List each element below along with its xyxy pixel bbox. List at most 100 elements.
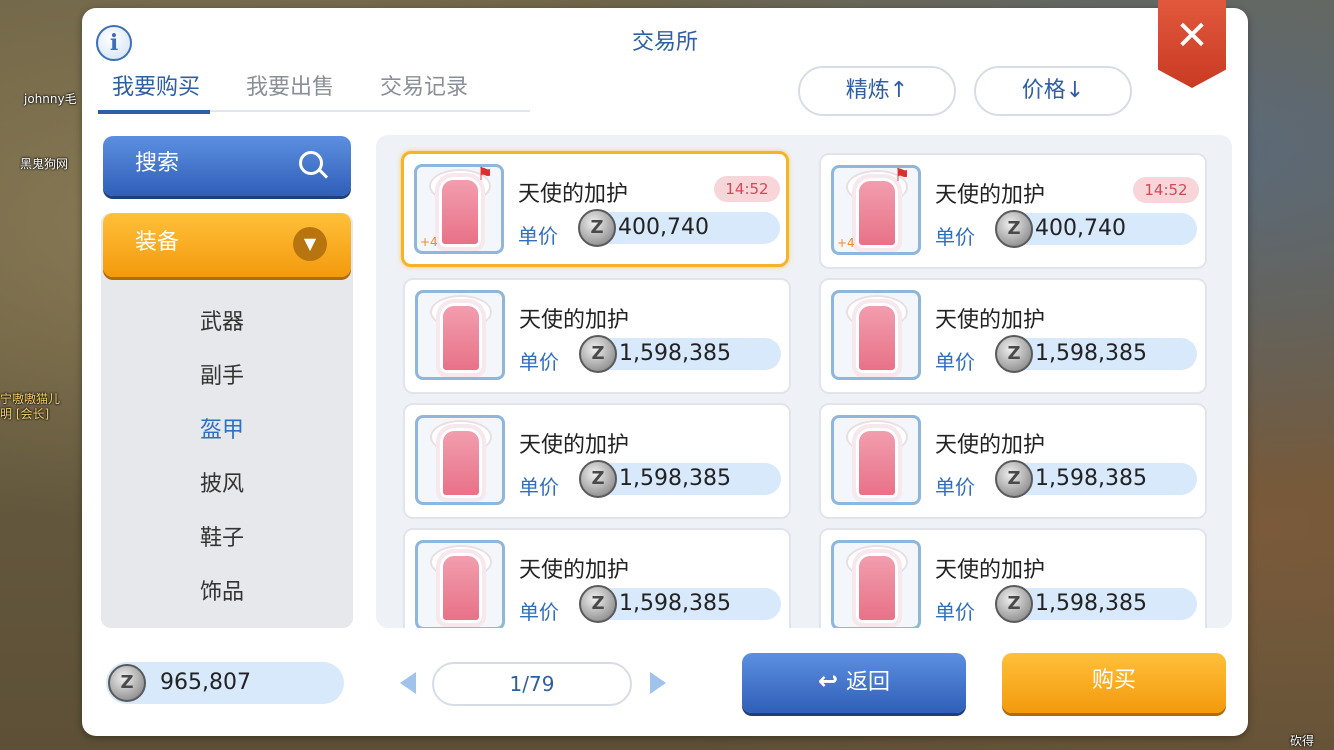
- price-bar: Z 1,598,385: [995, 585, 1197, 623]
- item-price: 1,598,385: [619, 341, 731, 366]
- item-name: 天使的加护: [935, 558, 1046, 583]
- item-thumbnail: [831, 415, 921, 505]
- category-label: 装备: [135, 230, 180, 255]
- item-card[interactable]: 天使的加护 单价 Z 1,598,385: [819, 403, 1207, 519]
- item-name: 天使的加护: [519, 558, 630, 583]
- category-item-accessory[interactable]: 饰品: [101, 575, 353, 628]
- item-card[interactable]: +4 ⚑ 天使的加护 14:52 单价 Z 400,740: [819, 153, 1207, 269]
- category-list: 武器 副手 盔甲 披风 鞋子 饰品: [101, 305, 353, 628]
- robe-graphic: [856, 553, 898, 623]
- unit-price-label: 单价: [935, 350, 975, 374]
- close-icon: ✕: [1175, 13, 1209, 59]
- robe-graphic: [856, 178, 898, 248]
- close-button[interactable]: ✕: [1158, 0, 1226, 88]
- zeny-coin-icon: Z: [579, 585, 617, 623]
- category-panel: 装备 ▼ 武器 副手 盔甲 披风 鞋子 饰品: [101, 213, 353, 628]
- tab-history[interactable]: 交易记录: [380, 70, 468, 110]
- guild-label: 明 [会长]: [0, 407, 50, 421]
- item-price: 1,598,385: [1035, 591, 1147, 616]
- category-item-weapon[interactable]: 武器: [101, 305, 353, 359]
- item-thumbnail: [415, 415, 505, 505]
- sort-price-button[interactable]: 价格↓: [974, 66, 1132, 116]
- item-card[interactable]: +4 ⚑ 天使的加护 14:52 单价 Z 400,740: [401, 151, 789, 267]
- robe-graphic: [440, 303, 482, 373]
- zeny-coin-icon: Z: [579, 335, 617, 373]
- unit-price-label: 单价: [518, 224, 558, 248]
- back-button[interactable]: ↩ 返回: [742, 653, 966, 713]
- robe-graphic: [440, 553, 482, 623]
- player-name-label: 黑鬼狗网: [20, 157, 69, 171]
- chevron-down-icon: ▼: [293, 227, 327, 261]
- item-price: 1,598,385: [619, 591, 731, 616]
- item-card[interactable]: 天使的加护 单价 Z 1,598,385: [403, 403, 791, 519]
- balance-value: 965,807: [160, 670, 251, 695]
- price-bar: Z 1,598,385: [579, 335, 781, 373]
- price-bar: Z 1,598,385: [579, 460, 781, 498]
- sort-refine-button[interactable]: 精炼↑: [798, 66, 956, 116]
- price-bar: Z 1,598,385: [579, 585, 781, 623]
- listing-timer: 14:52: [714, 176, 780, 202]
- wallet-balance: Z 965,807: [106, 662, 344, 704]
- item-thumbnail: [415, 540, 505, 628]
- item-name: 天使的加护: [935, 433, 1046, 458]
- robe-graphic: [439, 177, 481, 247]
- item-price: 1,598,385: [1035, 341, 1147, 366]
- price-bar: Z 1,598,385: [995, 460, 1197, 498]
- tab-buy[interactable]: 我要购买: [97, 70, 211, 114]
- unit-price-label: 单价: [519, 475, 559, 499]
- back-label: 返回: [846, 670, 891, 695]
- zeny-coin-icon: Z: [995, 335, 1033, 373]
- search-icon: [299, 151, 323, 175]
- zeny-coin-icon: Z: [995, 585, 1033, 623]
- listing-timer: 14:52: [1133, 177, 1199, 203]
- item-name: 天使的加护: [519, 433, 630, 458]
- hammer-icon: ⚑: [476, 164, 494, 185]
- hammer-icon: ⚑: [893, 165, 911, 186]
- tab-sell[interactable]: 我要出售: [246, 70, 334, 110]
- buy-button[interactable]: 购买: [1002, 653, 1226, 713]
- search-button[interactable]: 搜索: [103, 136, 351, 196]
- category-item-armor[interactable]: 盔甲: [101, 413, 353, 467]
- unit-price-label: 单价: [935, 225, 975, 249]
- window-title: 交易所: [631, 30, 698, 55]
- player-name-label: johnny毛: [24, 92, 77, 106]
- tab-bar: 我要购买 我要出售 交易记录: [97, 70, 530, 114]
- category-item-shoes[interactable]: 鞋子: [101, 521, 353, 575]
- unit-price-label: 单价: [519, 350, 559, 374]
- return-icon: ↩: [817, 667, 839, 695]
- category-item-cape[interactable]: 披风: [101, 467, 353, 521]
- page-prev-arrow-icon[interactable]: [400, 672, 416, 694]
- item-card[interactable]: 天使的加护 单价 Z 1,598,385: [403, 278, 791, 394]
- robe-graphic: [440, 428, 482, 498]
- refine-level: +4: [420, 235, 438, 249]
- item-name: 天使的加护: [935, 308, 1046, 333]
- item-price: 400,740: [1035, 216, 1126, 241]
- item-thumbnail: [415, 290, 505, 380]
- robe-graphic: [856, 428, 898, 498]
- page-next-arrow-icon[interactable]: [650, 672, 666, 694]
- price-bar: Z 400,740: [578, 209, 780, 247]
- zeny-coin-icon: Z: [995, 460, 1033, 498]
- item-card[interactable]: 天使的加护 单价 Z 1,598,385: [403, 528, 791, 628]
- item-name: 天使的加护: [518, 182, 629, 207]
- item-thumbnail: [831, 290, 921, 380]
- page-indicator: 1/79: [432, 662, 632, 706]
- zeny-coin-icon: Z: [108, 664, 146, 702]
- scene-label: 砍得: [1290, 734, 1315, 748]
- item-thumbnail: [831, 540, 921, 628]
- unit-price-label: 单价: [519, 600, 559, 624]
- zeny-coin-icon: Z: [578, 209, 616, 247]
- category-dropdown[interactable]: 装备 ▼: [103, 213, 351, 277]
- item-card[interactable]: 天使的加护 单价 Z 1,598,385: [819, 528, 1207, 628]
- item-price: 1,598,385: [619, 466, 731, 491]
- item-price: 400,740: [618, 215, 709, 240]
- item-grid: +4 ⚑ 天使的加护 14:52 单价 Z 400,740 +4 ⚑ 天使的加护…: [376, 135, 1232, 628]
- item-name: 天使的加护: [519, 308, 630, 333]
- item-card[interactable]: 天使的加护 单价 Z 1,598,385: [819, 278, 1207, 394]
- category-item-offhand[interactable]: 副手: [101, 359, 353, 413]
- zeny-coin-icon: Z: [579, 460, 617, 498]
- item-price: 1,598,385: [1035, 466, 1147, 491]
- trade-window: i 交易所 ✕ 我要购买 我要出售 交易记录 精炼↑ 价格↓ 搜索 装备 ▼ 武…: [82, 0, 1248, 736]
- unit-price-label: 单价: [935, 600, 975, 624]
- robe-graphic: [856, 303, 898, 373]
